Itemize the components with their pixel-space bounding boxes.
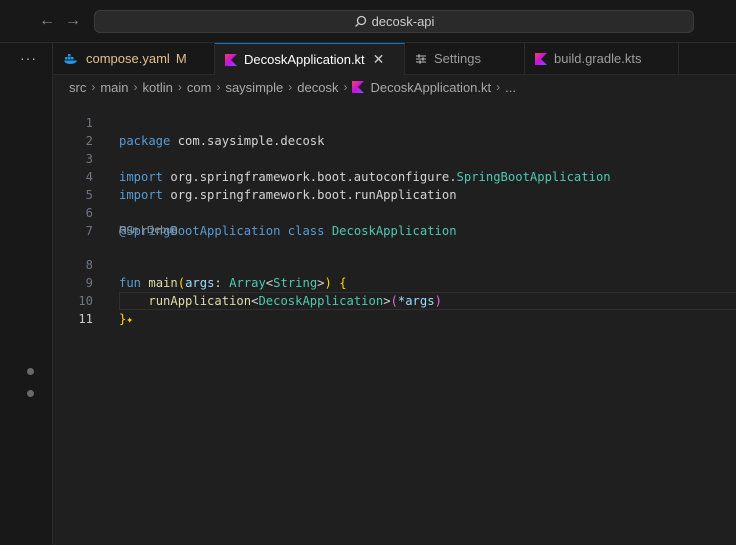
code-line: 5 [53,168,736,202]
tab-label: build.gradle.kts [554,51,642,66]
chevron-right-icon: › [288,80,293,94]
breadcrumb-item[interactable]: main [100,80,128,95]
chevron-right-icon: › [216,80,221,94]
dot-icon[interactable] [27,390,34,397]
close-icon[interactable]: ✕ [373,51,385,68]
breadcrumb-item[interactable]: saysimple [225,80,283,95]
docker-icon [63,53,79,65]
tab-label: Settings [434,51,481,66]
chevron-right-icon: › [177,80,182,94]
chevron-right-icon: › [343,80,348,94]
breadcrumb-item[interactable]: src [69,80,86,95]
chevron-right-icon: › [496,80,501,94]
codelens-run-debug[interactable]: Run | Debug [119,224,178,236]
chevron-right-icon: › [91,80,96,94]
code-line: 9 runApplication<DecoskApplication>(*arg… [53,256,736,308]
code-line: 8 fun main(args: Array<String>) { [53,238,736,290]
command-center-search[interactable]: decosk-api [94,10,694,33]
kotlin-icon [535,52,547,65]
back-arrow-icon[interactable]: ← [38,11,56,31]
code-line: 4 import org.springframework.boot.runApp… [53,150,736,202]
breadcrumb-item[interactable]: ... [505,80,516,95]
code-line: 7 [53,204,736,238]
breadcrumb-item[interactable]: decosk [297,80,338,95]
search-text: decosk-api [371,14,435,29]
tab-label: DecoskApplication.kt [244,52,365,67]
code-editor[interactable]: 1 package com.saysimple.decosk 2 3 impor… [53,96,736,545]
code-line: 11 [53,292,736,326]
line-number: 11 [78,312,93,326]
dot-icon[interactable] [27,368,34,375]
settings-sliders-icon [415,53,427,65]
search-icon [354,15,366,27]
code-line: 6 @SpringBootApplication class DecoskApp… [53,186,736,238]
tab-bar: compose.yaml M DecoskApplication.kt ✕ Se… [53,43,736,75]
tab-compose-yaml[interactable]: compose.yaml M [53,43,215,74]
forward-arrow-icon[interactable]: → [64,11,82,31]
title-bar: ← → decosk-api [0,0,736,43]
breadcrumb-item[interactable]: com [187,80,212,95]
keyword: class [287,224,325,238]
modified-badge: M [175,51,187,66]
tab-label: compose.yaml [86,51,170,66]
more-icon[interactable]: ··· [20,51,37,65]
code-line: 1 package com.saysimple.decosk [53,96,736,148]
sparkle-icon[interactable]: ✦ [126,313,133,326]
tab-build-gradle[interactable]: build.gradle.kts [525,43,679,74]
breadcrumb-item[interactable]: kotlin [143,80,173,95]
code-line: 10 }✦ [53,274,736,326]
kotlin-icon [352,81,365,93]
type-name: DecoskApplication [331,224,457,238]
code-line: 3 import org.springframework.boot.autoco… [53,132,736,184]
chevron-right-icon: › [133,80,138,94]
breadcrumb-item[interactable]: DecoskApplication.kt [370,80,491,95]
activity-bar: ··· [0,43,53,545]
tab-decosk-application[interactable]: DecoskApplication.kt ✕ [215,43,405,75]
breadcrumb: src › main › kotlin › com › saysimple › … [69,78,516,96]
tab-settings[interactable]: Settings [405,43,525,74]
kotlin-icon [225,53,237,66]
code-line: 2 [53,114,736,148]
